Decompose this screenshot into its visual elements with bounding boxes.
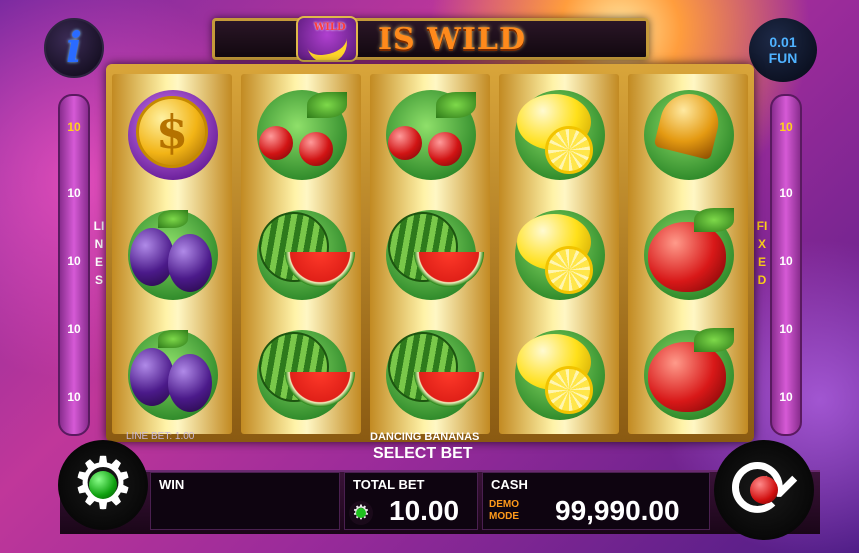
reel-4 <box>499 74 619 434</box>
symbol-apple <box>628 194 748 314</box>
symbol-apple <box>628 314 748 434</box>
game-name: DANCING BANANAS <box>370 431 480 443</box>
leaf-icon <box>158 330 188 348</box>
wild-banana-badge-icon: WILD <box>296 16 358 62</box>
line-indicator[interactable]: 10 <box>772 390 800 404</box>
symbol-watermelon <box>241 194 361 314</box>
fixed-label: FIXED <box>756 219 768 287</box>
cherry-icon <box>388 126 422 160</box>
line-indicator[interactable]: 10 <box>60 390 88 404</box>
symbol-watermelon <box>370 194 490 314</box>
symbol-lemon <box>499 74 619 194</box>
cherry-icon <box>428 132 462 166</box>
cherry-icon <box>259 126 293 160</box>
green-indicator-icon <box>89 471 117 499</box>
bet-settings-gear-icon[interactable]: ⚙ <box>349 501 373 525</box>
plum-icon <box>168 234 212 292</box>
reel-1: $ <box>112 74 232 434</box>
lemon-slice-icon <box>545 366 593 414</box>
win-panel: WIN <box>150 472 340 530</box>
apple-icon <box>648 342 726 412</box>
line-indicator[interactable]: 10 <box>60 254 88 268</box>
coin-value: 0.01 <box>769 34 797 50</box>
line-indicator[interactable]: 10 <box>772 254 800 268</box>
plum-icon <box>168 354 212 412</box>
lemon-slice-icon <box>545 126 593 174</box>
leaf-icon <box>307 92 347 118</box>
symbol-lemon <box>499 194 619 314</box>
info-button[interactable]: i <box>44 18 104 78</box>
demo-mode-label: DEMO MODE <box>489 499 519 522</box>
line-indicator[interactable]: 10 <box>60 186 88 200</box>
leaf-icon <box>158 210 188 228</box>
lemon-slice-icon <box>545 246 593 294</box>
line-bet-label: LINE BET: 1.00 <box>126 431 195 442</box>
coin-symbol-icon: $ <box>136 96 208 168</box>
leaf-icon <box>694 208 734 232</box>
leaf-icon <box>436 92 476 118</box>
spin-button[interactable]: ⟳ <box>714 440 814 540</box>
reel-2 <box>241 74 361 434</box>
cherry-icon <box>299 132 333 166</box>
reel-5 <box>628 74 748 434</box>
symbol-cherries <box>241 74 361 194</box>
symbol-plum <box>112 314 232 434</box>
symbol-watermelon <box>241 314 361 434</box>
line-indicator[interactable]: 10 <box>772 322 800 336</box>
symbol-watermelon <box>370 314 490 434</box>
win-label: WIN <box>159 477 185 492</box>
right-line-indicators: 10 10 10 10 10 <box>770 94 802 436</box>
total-bet-label: TOTAL BET <box>353 477 425 492</box>
autoplay-settings-button[interactable]: ⚙ <box>58 440 148 530</box>
banner-title: IS WILD <box>378 22 526 57</box>
info-icon: i <box>66 23 82 72</box>
lines-label: LINES <box>93 219 105 287</box>
reel-3 <box>370 74 490 434</box>
coin-value-button[interactable]: 0.01 FUN <box>749 18 817 82</box>
symbol-bell <box>628 74 748 194</box>
leaf-icon <box>694 328 734 352</box>
total-bet-value: 10.00 <box>389 495 460 526</box>
left-line-indicators: 10 10 10 10 10 <box>58 94 90 436</box>
apple-icon <box>648 222 726 292</box>
coin-mode: FUN <box>768 50 798 66</box>
symbol-plum <box>112 194 232 314</box>
symbol-lemon <box>499 314 619 434</box>
cash-label: CASH <box>491 477 528 492</box>
line-indicator[interactable]: 10 <box>772 186 800 200</box>
bet-settings-dot <box>356 508 366 518</box>
banana-icon <box>304 27 352 60</box>
line-indicator[interactable]: 10 <box>60 120 88 134</box>
cash-value: 99,990.00 <box>555 495 680 526</box>
line-indicator[interactable]: 10 <box>60 322 88 336</box>
symbol-cherries <box>370 74 490 194</box>
select-bet-button[interactable]: SELECT BET <box>373 445 473 463</box>
cash-panel: CASH DEMO MODE 99,990.00 <box>482 472 710 530</box>
symbol-coin: $ <box>112 74 232 194</box>
line-indicator[interactable]: 10 <box>772 120 800 134</box>
red-spin-indicator-icon <box>750 476 778 504</box>
